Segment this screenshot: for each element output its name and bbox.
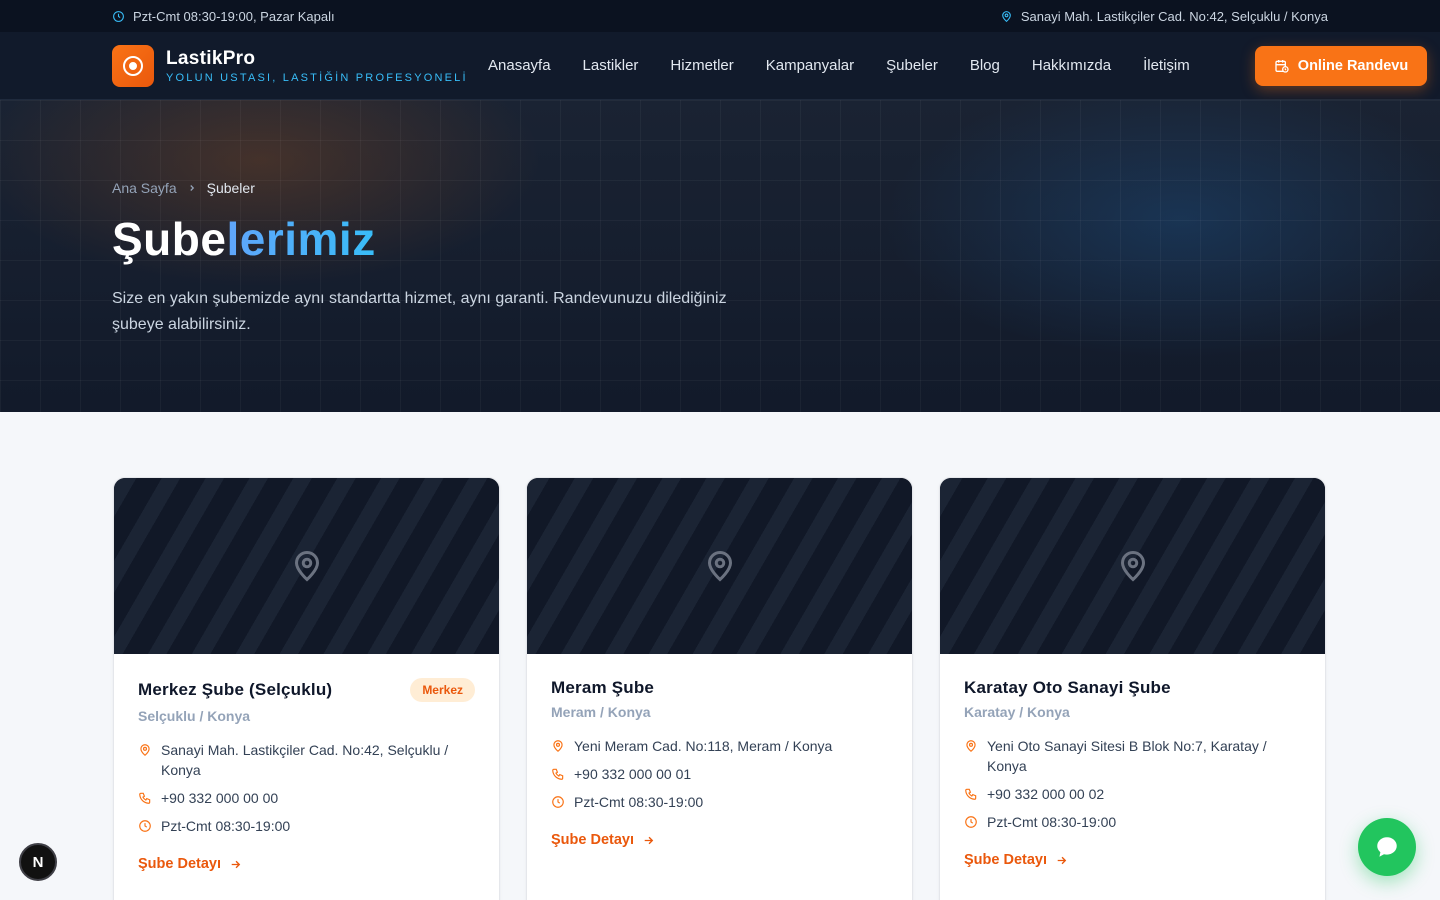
phone-icon <box>552 768 564 780</box>
branch-phone[interactable]: +90 332 000 00 00 <box>138 788 475 808</box>
branch-detail-link[interactable]: Şube Detayı <box>138 856 242 872</box>
branch-name: Karatay Oto Sanayi Şube <box>964 678 1171 697</box>
phone-icon <box>139 792 151 804</box>
clock-icon <box>139 820 151 832</box>
arrow-right-icon <box>644 836 654 844</box>
branch-card: Karatay Oto Sanayi Şube Karatay / Konya … <box>939 477 1326 900</box>
nav-item-blog[interactable]: Blog <box>970 57 1000 74</box>
map-pin-icon <box>966 740 976 753</box>
branch-phone[interactable]: +90 332 000 00 02 <box>964 784 1301 804</box>
breadcrumb-current: Şubeler <box>206 180 255 196</box>
top-address-text: Sanayi Mah. Lastikçiler Cad. No:42, Selç… <box>1020 8 1328 24</box>
branch-address: Yeni Meram Cad. No:118, Meram / Konya <box>551 736 888 756</box>
branch-list: Merkez Şube (Selçuklu) Merkez Selçuklu /… <box>0 412 1440 900</box>
online-appointment-button[interactable]: Online Randevu <box>1255 45 1427 86</box>
clock-icon <box>552 796 564 808</box>
branch-card: Merkez Şube (Selçuklu) Merkez Selçuklu /… <box>113 477 500 900</box>
branch-detail-label: Şube Detayı <box>138 856 221 872</box>
map-pin-icon <box>294 551 319 582</box>
branch-district: Selçuklu / Konya <box>138 708 251 724</box>
nextjs-dev-badge[interactable]: N <box>19 843 57 881</box>
phone-icon <box>965 788 977 800</box>
branch-district: Karatay / Konya <box>964 704 1070 720</box>
branch-map-placeholder <box>527 478 912 654</box>
branch-map-placeholder <box>114 478 499 654</box>
headquarters-badge: Merkez <box>410 678 475 702</box>
branch-hours-text: Pzt-Cmt 08:30-19:00 <box>161 818 291 834</box>
nav-item-anasayfa[interactable]: Anasayfa <box>488 57 551 74</box>
map-pin-icon <box>707 551 732 582</box>
brand-name: LastikPro <box>166 47 256 69</box>
calendar-clock-icon <box>1275 59 1289 73</box>
branch-detail-label: Şube Detayı <box>964 852 1047 868</box>
map-pin-icon <box>140 744 150 757</box>
brand-tagline: YOLUN USTASI, LASTİĞİN PROFESYONELİ <box>166 71 468 84</box>
brand-logo-link[interactable]: LastikPro YOLUN USTASI, LASTİĞİN PROFESY… <box>112 44 472 87</box>
branch-detail-link[interactable]: Şube Detayı <box>551 832 655 848</box>
branch-phone[interactable]: +90 332 000 00 01 <box>551 764 888 784</box>
branch-phone-text: +90 332 000 00 00 <box>161 790 279 806</box>
map-pin-icon <box>1120 551 1145 582</box>
opening-hours: Pzt-Cmt 08:30-19:00, Pazar Kapalı <box>112 9 335 24</box>
nav-item-subeler[interactable]: Şubeler <box>886 57 938 74</box>
branch-detail-label: Şube Detayı <box>551 832 634 848</box>
tire-logo-icon <box>112 44 154 87</box>
branch-map-placeholder <box>940 478 1325 654</box>
arrow-right-icon <box>231 860 241 868</box>
branch-address-text: Sanayi Mah. Lastikçiler Cad. No:42, Selç… <box>161 742 449 778</box>
branch-address-text: Yeni Oto Sanayi Sitesi B Blok No:7, Kara… <box>987 738 1267 774</box>
branch-district: Meram / Konya <box>551 704 651 720</box>
branch-name: Meram Şube <box>551 678 655 697</box>
map-pin-icon <box>1002 10 1011 22</box>
nav-item-hakkimizda[interactable]: Hakkımızda <box>1032 57 1111 74</box>
clock-icon <box>965 816 977 828</box>
top-address: Sanayi Mah. Lastikçiler Cad. No:42, Selç… <box>1000 9 1328 24</box>
online-appointment-label: Online Randevu <box>1297 57 1409 74</box>
main-header: LastikPro YOLUN USTASI, LASTİĞİN PROFESY… <box>0 32 1440 100</box>
branch-phone-text: +90 332 000 00 01 <box>574 766 692 782</box>
page-hero: Ana Sayfa Şubeler Şubelerimiz Size en ya… <box>0 100 1440 412</box>
page-title-main: Şube <box>112 213 227 265</box>
branch-hours: Pzt-Cmt 08:30-19:00 <box>964 812 1301 832</box>
branch-hours-text: Pzt-Cmt 08:30-19:00 <box>574 794 704 810</box>
chat-button[interactable] <box>1358 818 1416 876</box>
branch-hours: Pzt-Cmt 08:30-19:00 <box>138 816 475 836</box>
page-title-accent: lerimiz <box>226 213 376 265</box>
chevron-right-icon <box>189 185 194 191</box>
nav-item-hizmetler[interactable]: Hizmetler <box>670 57 733 74</box>
nav-item-iletisim[interactable]: İletişim <box>1143 57 1190 74</box>
branch-hours: Pzt-Cmt 08:30-19:00 <box>551 792 888 812</box>
branch-address: Sanayi Mah. Lastikçiler Cad. No:42, Selç… <box>138 740 475 780</box>
clock-icon <box>113 10 124 22</box>
branch-phone-text: +90 332 000 00 02 <box>987 786 1105 802</box>
page-description: Size en yakın şubemizde aynı standartta … <box>112 290 727 333</box>
top-info-bar: Pzt-Cmt 08:30-19:00, Pazar Kapalı Sanayi… <box>0 0 1440 32</box>
page-title: Şubelerimiz <box>112 212 1440 266</box>
breadcrumb: Ana Sayfa Şubeler <box>112 180 1440 196</box>
map-pin-icon <box>553 740 563 753</box>
branch-detail-link[interactable]: Şube Detayı <box>964 852 1068 868</box>
nav-item-lastikler[interactable]: Lastikler <box>583 57 639 74</box>
branch-address: Yeni Oto Sanayi Sitesi B Blok No:7, Kara… <box>964 736 1301 776</box>
branch-hours-text: Pzt-Cmt 08:30-19:00 <box>987 814 1117 830</box>
opening-hours-text: Pzt-Cmt 08:30-19:00, Pazar Kapalı <box>133 8 335 24</box>
main-nav: Anasayfa Lastikler Hizmetler Kampanyalar… <box>488 57 1190 74</box>
branch-name: Merkez Şube (Selçuklu) <box>138 680 333 699</box>
breadcrumb-home[interactable]: Ana Sayfa <box>112 180 177 196</box>
branch-card: Meram Şube Meram / Konya Yeni Meram Cad.… <box>526 477 913 900</box>
nav-item-kampanyalar[interactable]: Kampanyalar <box>766 57 854 74</box>
branch-address-text: Yeni Meram Cad. No:118, Meram / Konya <box>574 738 833 754</box>
arrow-right-icon <box>1057 856 1067 864</box>
chat-bubble-icon <box>1377 837 1397 857</box>
